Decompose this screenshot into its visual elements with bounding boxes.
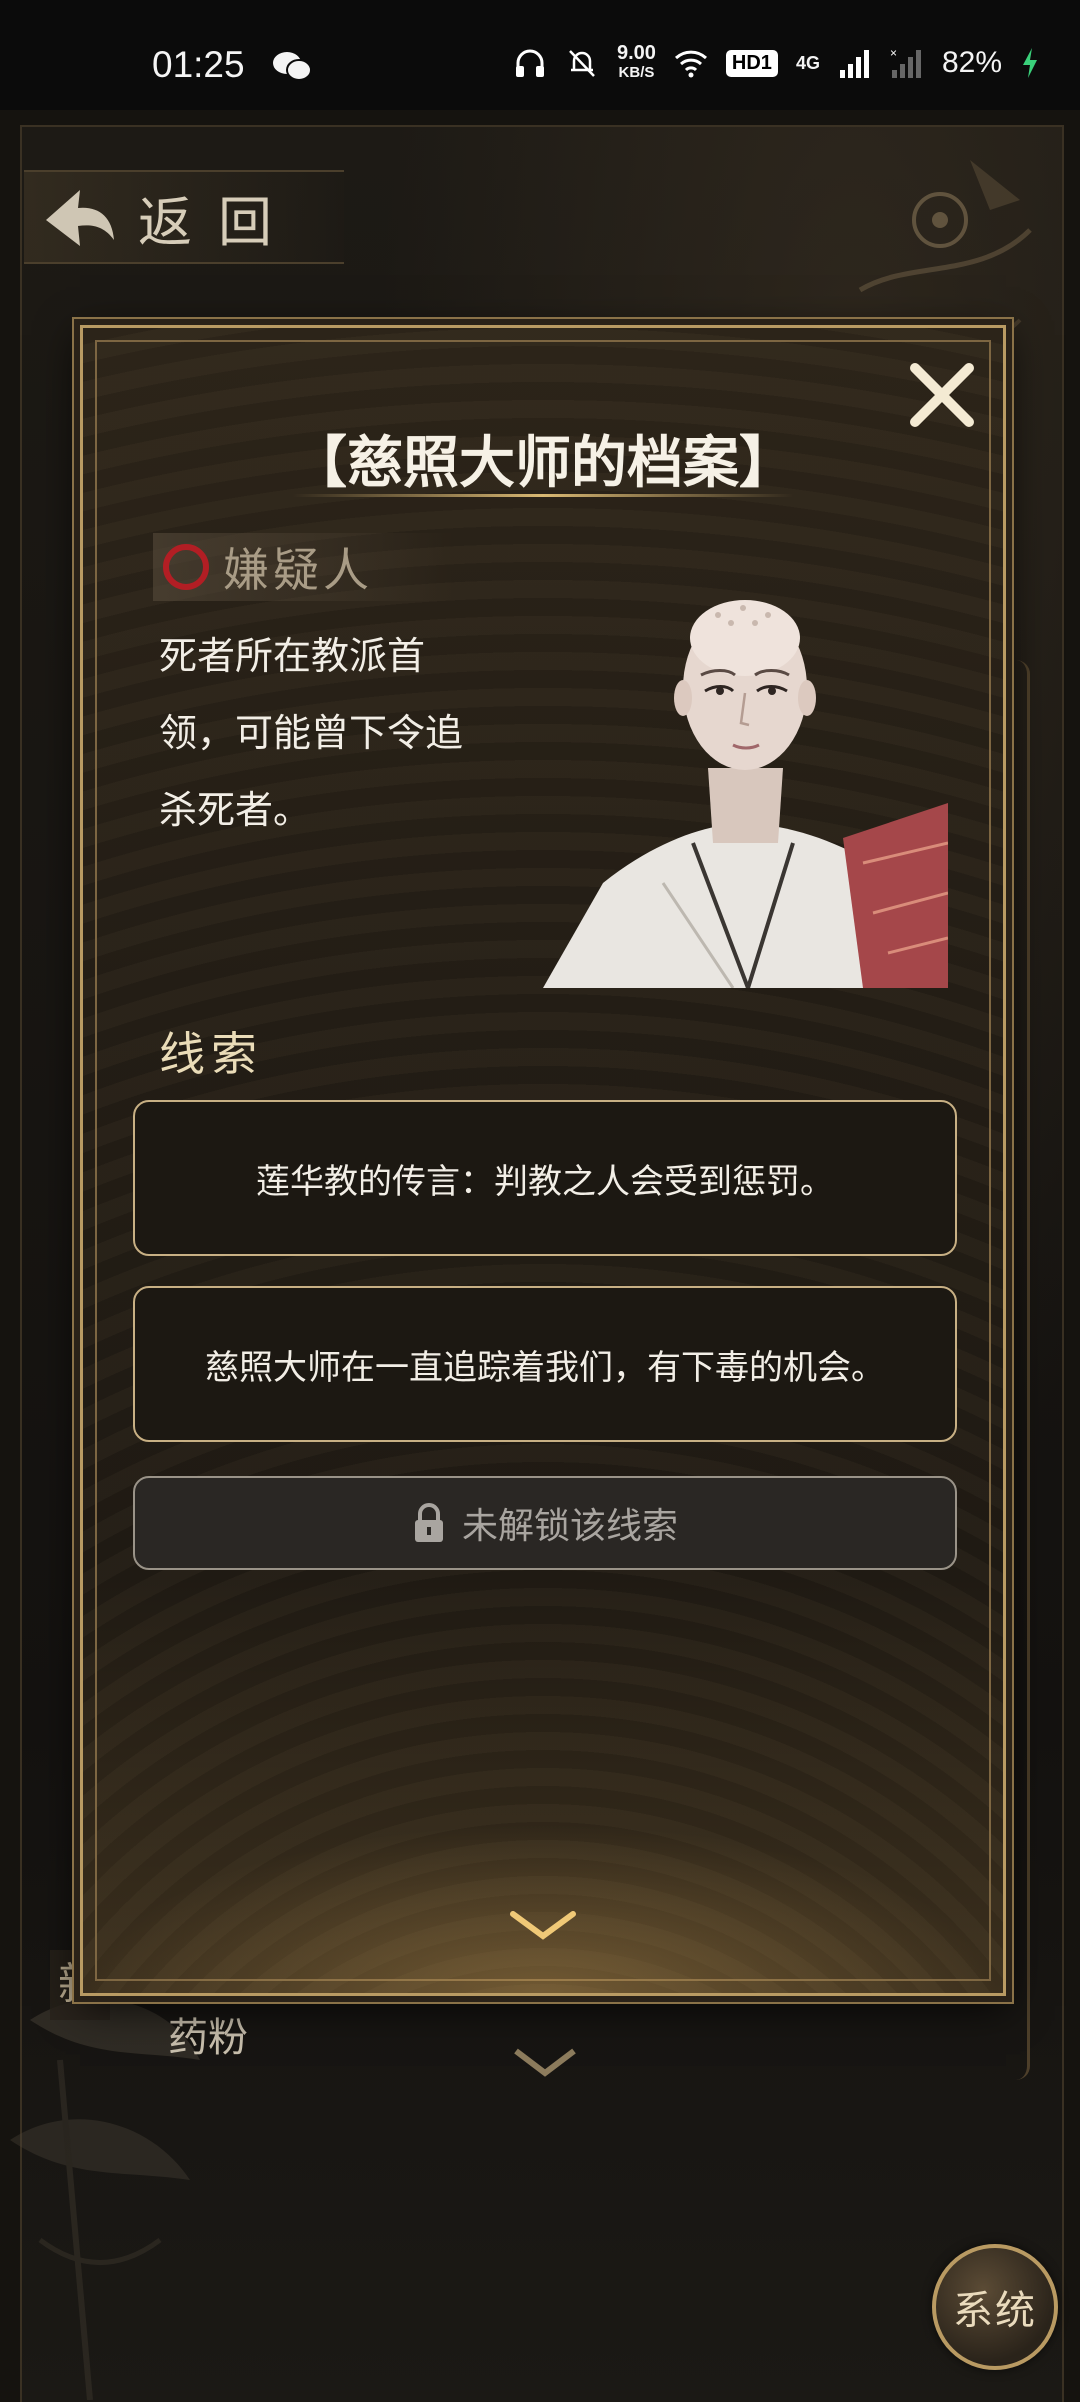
back-arrow-icon bbox=[46, 190, 114, 246]
bell-muted-icon bbox=[569, 50, 595, 77]
character-portrait bbox=[543, 600, 948, 988]
role-label: 嫌疑人 bbox=[223, 543, 373, 597]
clue-text: 慈照大师在一直追踪着我们，有下毒的机会。 bbox=[205, 1347, 885, 1388]
scroll-down-chevron-icon[interactable] bbox=[509, 1908, 577, 1942]
status-bar: 01:25 9.00 KB/S HD1 4G × 82% bbox=[0, 0, 1080, 110]
wechat-icon bbox=[273, 52, 312, 81]
title-divider bbox=[293, 494, 793, 497]
back-label: 返回 bbox=[138, 190, 298, 254]
list-item-partial[interactable]: 药粉 bbox=[168, 2005, 248, 2063]
status-icons: 9.00 KB/S HD1 4G × 82% bbox=[513, 42, 1040, 82]
character-description: 死者所在教派首领，可能曾下令追杀死者。 bbox=[159, 634, 464, 832]
role-tag: 嫌疑人 bbox=[153, 533, 453, 601]
bg-chevron-down-icon[interactable] bbox=[512, 2045, 578, 2079]
charging-icon bbox=[1023, 48, 1037, 78]
back-button[interactable]: 返回 bbox=[24, 170, 344, 264]
clues-heading: 线索 bbox=[159, 1027, 263, 1081]
wifi-icon bbox=[674, 50, 707, 78]
battery-level: 82% bbox=[941, 46, 1002, 79]
clue-card[interactable]: 慈照大师在一直追踪着我们，有下毒的机会。 bbox=[133, 1286, 957, 1442]
network-type: 4G bbox=[795, 52, 820, 73]
system-button[interactable]: 系统 bbox=[932, 2244, 1058, 2370]
svg-text:×: × bbox=[890, 46, 897, 60]
clue-text: 莲华教的传言：判教之人会受到惩罚。 bbox=[256, 1161, 834, 1202]
status-time: 01:25 bbox=[152, 44, 245, 85]
locked-clue-text: 未解锁该线索 bbox=[461, 1506, 678, 1547]
network-speed: 9.00 KB/S bbox=[616, 42, 656, 81]
clue-card[interactable]: 莲华教的传言：判教之人会受到惩罚。 bbox=[133, 1100, 957, 1256]
suspect-file-dialog: 【慈照大师的档案】 嫌疑人 死者所在教派首领，可能曾下令追杀死者。 线索 莲华教… bbox=[80, 325, 1006, 1996]
signal-no-sim-icon: × bbox=[890, 46, 921, 78]
lock-icon bbox=[414, 1503, 443, 1542]
hd-voice-badge: HD1 bbox=[725, 49, 778, 77]
locked-clue-card[interactable]: 未解锁该线索 bbox=[133, 1476, 957, 1570]
suspect-circle-icon bbox=[163, 544, 209, 590]
dialog-title: 【慈照大师的档案】 bbox=[291, 431, 795, 496]
signal-icon bbox=[839, 50, 869, 78]
headphones-icon bbox=[515, 49, 544, 77]
